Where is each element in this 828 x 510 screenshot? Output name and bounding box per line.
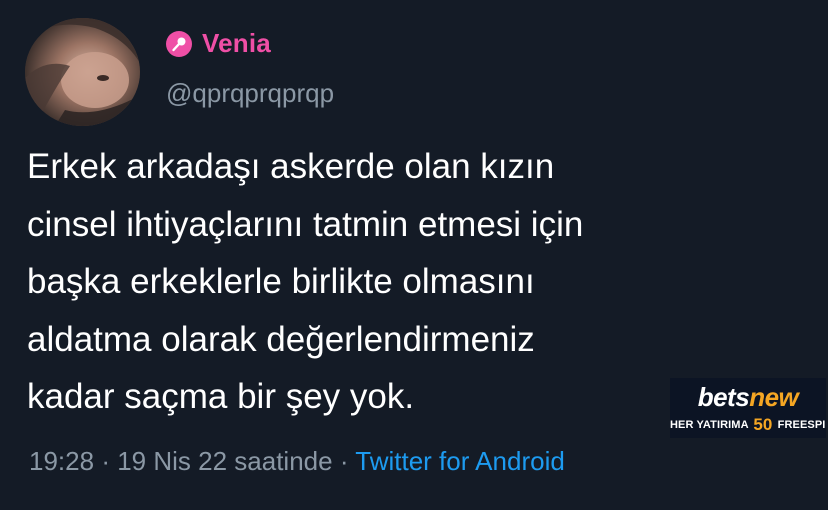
avatar[interactable] <box>25 18 140 126</box>
microphone-icon <box>166 30 192 57</box>
tweet-text-line: Erkek arkadaşı askerde olan kızın <box>27 147 555 186</box>
ad-tagline-number: 50 <box>753 415 773 434</box>
ad-tagline: HER YATIRIMA 50 FREESPIN <box>670 415 826 435</box>
ad-tagline-text: FREESPIN <box>777 419 826 431</box>
tweet-text: Erkek arkadaşı askerde olan kızın cinsel… <box>27 138 583 426</box>
display-name[interactable]: Venia <box>202 28 271 59</box>
tweet-date[interactable]: 19 Nis 22 saatinde <box>117 446 332 476</box>
tweet-text-line: cinsel ihtiyaçlarını tatmin etmesi için <box>27 204 584 244</box>
ad-tagline-text: HER YATIRIMA <box>670 419 749 431</box>
meta-separator: · <box>339 446 349 476</box>
tweet-metadata: 19:28 · 19 Nis 22 saatinde · Twitter for… <box>29 446 565 477</box>
tweet-text-line: kadar saçma bir şey yok. <box>27 377 415 416</box>
ad-logo-prefix: bets <box>697 382 750 412</box>
meta-separator: · <box>101 446 110 476</box>
tweet-source-link[interactable]: Twitter for Android <box>355 446 565 476</box>
ad-banner[interactable]: betsnew HER YATIRIMA 50 FREESPIN <box>670 378 826 438</box>
user-name-row[interactable]: Venia <box>166 28 271 59</box>
ad-logo: betsnew <box>670 382 826 413</box>
tweet-text-line: aldatma olarak değerlendirmeniz <box>27 319 535 359</box>
tweet-text-line: başka erkeklerle birlikte olmasını <box>27 262 535 301</box>
tweet-time[interactable]: 19:28 <box>29 446 94 476</box>
tweet-card: Venia @qprqprqprqp Erkek arkadaşı askerd… <box>0 0 828 510</box>
ad-logo-suffix: new <box>749 382 799 412</box>
user-handle[interactable]: @qprqprqprqp <box>166 78 334 109</box>
avatar-photo <box>25 18 140 126</box>
